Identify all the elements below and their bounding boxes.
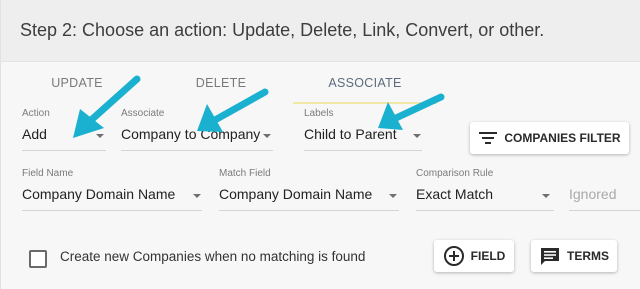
action-tabs: UPDATE DELETE ASSOCIATE (1, 62, 640, 104)
add-circle-icon (443, 246, 464, 266)
ignored-underline (569, 210, 640, 211)
chevron-down-icon (263, 134, 271, 138)
comparison-rule-label: Comparison Rule (416, 168, 494, 179)
create-companies-label: Create new Companies when no matching is… (60, 249, 366, 264)
chevron-down-icon (413, 134, 421, 138)
labels-underline (304, 150, 422, 151)
associate-underline (121, 150, 273, 151)
match-field-select[interactable]: Match Field Company Domain Name (219, 168, 399, 212)
comparison-rule-underline (416, 210, 554, 211)
step-header: Step 2: Choose an action: Update, Delete… (1, 0, 640, 62)
tab-associate[interactable]: ASSOCIATE (293, 62, 437, 104)
match-field-underline (219, 210, 399, 211)
create-companies-checkbox[interactable] (29, 250, 47, 268)
labels-label: Labels (304, 108, 334, 119)
chevron-down-icon (389, 194, 397, 198)
action-underline (22, 150, 106, 151)
labels-select[interactable]: Labels Child to Parent (304, 108, 422, 152)
associate-value: Company to Company (121, 126, 261, 142)
tab-update[interactable]: UPDATE (41, 62, 113, 104)
comment-icon (541, 248, 559, 265)
labels-value: Child to Parent (304, 126, 397, 142)
field-button-label: FIELD (470, 249, 506, 263)
companies-filter-label: COMPANIES FILTER (504, 131, 621, 145)
terms-button-label: TERMS (567, 249, 609, 263)
terms-button[interactable]: TERMS (531, 240, 617, 272)
associate-label: Associate (121, 108, 165, 119)
associate-select[interactable]: Associate Company to Company (121, 108, 273, 152)
action-value: Add (22, 126, 47, 142)
action-label: Action (22, 108, 50, 119)
comparison-rule-value: Exact Match (416, 186, 494, 202)
field-name-label: Field Name (22, 168, 74, 179)
comparison-rule-select[interactable]: Comparison Rule Exact Match (416, 168, 554, 212)
field-name-value: Company Domain Name (22, 186, 176, 202)
field-name-select[interactable]: Field Name Company Domain Name (22, 168, 202, 212)
step-title: Step 2: Choose an action: Update, Delete… (20, 20, 545, 40)
ignored-input[interactable]: Ignored (569, 168, 640, 212)
step-panel: Step 2: Choose an action: Update, Delete… (0, 0, 640, 289)
match-field-value: Company Domain Name (219, 186, 373, 202)
ignored-placeholder: Ignored (569, 186, 617, 202)
filter-icon (479, 132, 498, 144)
chevron-down-icon (193, 194, 201, 198)
chevron-down-icon (542, 194, 550, 198)
companies-filter-button[interactable]: COMPANIES FILTER (470, 122, 629, 154)
chevron-down-icon (96, 134, 104, 138)
action-select[interactable]: Action Add (22, 108, 106, 152)
match-field-label: Match Field (219, 168, 271, 179)
add-field-button[interactable]: FIELD (434, 240, 514, 272)
tab-delete[interactable]: DELETE (187, 62, 255, 104)
field-name-underline (22, 210, 202, 211)
